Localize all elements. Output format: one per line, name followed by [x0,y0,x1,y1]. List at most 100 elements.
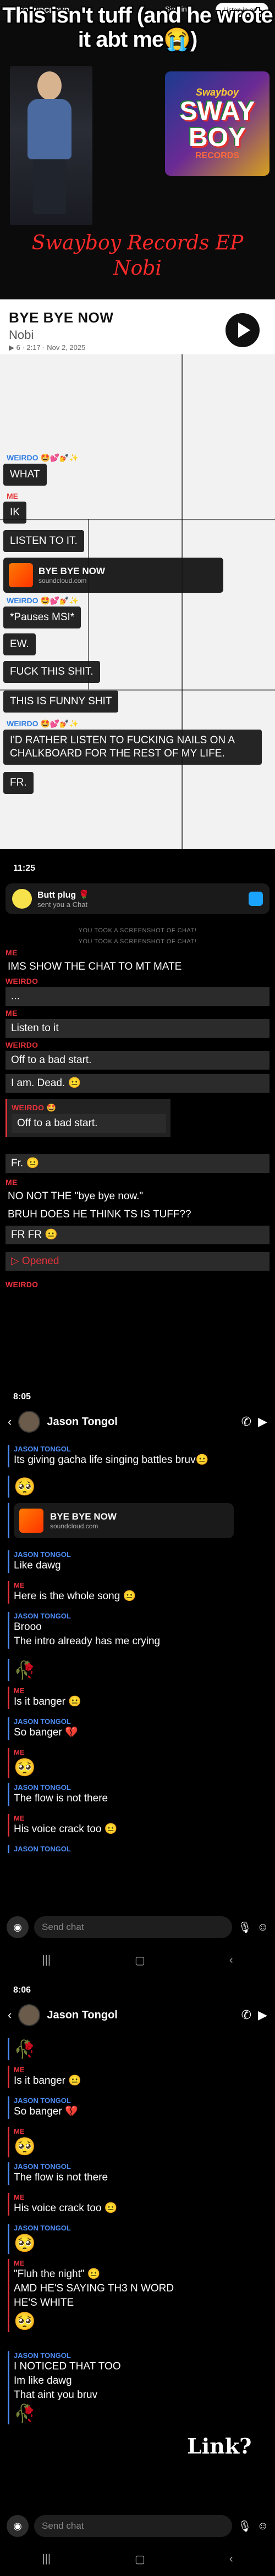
kid-body [28,99,72,159]
status-time: 8:05 [13,1392,31,1401]
sticker-icon[interactable]: ☺ [257,2520,268,2533]
ep-title-line2: Nobi [113,257,162,280]
sender-label: JASON TONGOL [14,2096,71,2105]
sender-label: WEIRDO 🤩💕💅✨ [7,596,79,605]
back-nav-icon[interactable]: ‹ [229,2553,233,2566]
track-title[interactable]: BYE BYE NOW [9,309,113,326]
chat-message: That aint you bruv [14,2389,98,2401]
chat-message: I am. Dead. 😐 [6,1074,270,1093]
card-subtitle: soundcloud.com [50,1522,98,1530]
chat-emoji: 🥀 [14,2403,36,2423]
sender-label: WEIRDO [6,1041,38,1049]
manga-chat-screenshot: WEIRDO 🤩💕💅✨ WHAT ME IK LISTEN TO IT. BYE… [0,354,275,849]
sender-label: JASON TONGOL [14,1612,71,1620]
back-nav-icon[interactable]: ‹ [229,1954,233,1967]
play-icon [238,322,250,338]
card-subtitle: soundcloud.com [38,577,87,585]
sender-label: ME [14,2259,25,2267]
chat-message: Here is the whole song 😐 [14,1590,136,1602]
notification-sub: sent you a Chat [37,900,88,909]
sticker-icon[interactable]: ☺ [257,1921,268,1934]
sender-label: JASON TONGOL [14,2224,71,2232]
chat-input-bar: ◉ Send chat 🎙 ☺ [0,1912,275,1943]
opened-status: ▷ Opened [6,1252,270,1271]
chat-screenshot-1: 8:05 ‹ Jason Tongol ✆ ▶ JASON TONGOL Its… [0,1390,275,1978]
sender-label: ME [6,1009,18,1017]
phone-icon[interactable]: ✆ [241,2008,251,2022]
chat-message: FR. [3,772,34,794]
sender-label: ME [14,1814,25,1822]
chat-emoji: 🥺 [14,1757,36,1777]
chat-header: ‹ Jason Tongol ✆ ▶ [0,1998,275,2033]
ep-title-line1: Swayboy Records EP [31,232,244,254]
chat-message: Like dawg [14,1560,61,1571]
video-icon[interactable]: ▶ [258,1415,267,1429]
sender-label: JASON TONGOL [14,1783,71,1791]
contact-name[interactable]: Jason Tongol [47,2009,118,2022]
track-info: BYE BYE NOW Nobi ▶ 6 · 2:17 · Nov 2, 202… [0,299,275,354]
sender-label: ME [6,948,18,957]
mic-icon[interactable]: 🎙 [238,2519,251,2533]
avatar[interactable] [18,2004,41,2026]
meme-caption: This isn't tuff (and he wrote it abt me😭… [2,3,273,52]
sender-label: ME [14,2066,25,2074]
chat-message: Is it banger 😐 [14,1696,81,1707]
chat-input[interactable]: Send chat [34,1916,233,1938]
chat-message: NO NOT THE "bye bye now." [8,1190,144,1202]
chat-message: BRUH DOES HE THINK TS IS TUFF?? [8,1209,191,1220]
soundcloud-link-card[interactable]: BYE BYE NOW soundcloud.com [3,558,223,593]
soundcloud-thumb-icon [9,563,33,587]
sender-label: ME [14,1687,25,1695]
sender-label: JASON TONGOL [14,1717,71,1726]
notification-banner[interactable]: Butt plug 🌹 sent you a Chat [6,883,270,914]
contact-avatar [12,889,32,909]
sender-label: ME [14,2127,25,2135]
chat-message: I'D RATHER LISTEN TO FUCKING NAILS ON A … [3,730,262,765]
chat-message: ... [6,987,270,1006]
video-icon[interactable]: ▶ [258,2008,267,2022]
contact-name[interactable]: Jason Tongol [47,1416,118,1428]
snapchat-screenshot: 11:25 Butt plug 🌹 sent you a Chat YOU TO… [0,857,275,1373]
home-icon[interactable]: ▢ [135,2552,145,2566]
camera-icon[interactable]: ◉ [7,1916,29,1938]
phone-icon[interactable]: ✆ [241,1415,251,1429]
ep-title: Swayboy Records EP Nobi [0,231,275,281]
meme-header: ☁ SOUNDCLOUD Sign in Listen in app This … [0,0,275,299]
android-navbar: ||| ▢ ‹ [0,2549,275,2569]
chat-message: So banger 💔 [14,1727,78,1738]
quoted-sender: WEIRDO 🤩 [12,1103,57,1112]
sender-label: ME [6,1178,18,1187]
sender-label: WEIRDO [6,1280,38,1289]
chat-emoji: 🥺 [14,2137,36,2156]
card-title: BYE BYE NOW [38,566,105,576]
home-icon[interactable]: ▢ [135,1954,145,1967]
recents-icon[interactable]: ||| [42,1954,51,1967]
back-icon[interactable]: ‹ [8,1415,12,1429]
soundcloud-link-card[interactable]: BYE BYE NOW soundcloud.com [14,1503,234,1538]
sender-label: JASON TONGOL [14,2162,71,2171]
sender-label: ME [14,1748,25,1756]
chat-message: HE'S WHITE [14,2297,74,2308]
chat-message: Its giving gacha life singing battles br… [14,1454,209,1466]
back-icon[interactable]: ‹ [8,2008,12,2022]
chat-message: Im like dawg [14,2375,72,2386]
chat-emoji: 🥺 [14,2311,36,2331]
quoted-message[interactable]: WEIRDO 🤩 Off to a bad start. [6,1099,170,1137]
swayboy-records-logo: Swayboy SWAY BOY RECORDS [165,71,270,176]
chat-message: IK [3,502,26,524]
chat-input[interactable]: Send chat [34,2515,233,2537]
avatar[interactable] [18,1411,41,1433]
camera-icon[interactable]: ◉ [7,2515,29,2537]
chat-input-bar: ◉ Send chat 🎙 ☺ [0,2511,275,2541]
play-button[interactable] [226,313,260,347]
mic-icon[interactable]: 🎙 [238,1921,251,1934]
chat-emoji: 🥺 [14,1477,36,1496]
recents-icon[interactable]: ||| [42,2553,51,2566]
sender-label: JASON TONGOL [14,2351,71,2360]
screenshot-notice: YOU TOOK A SCREENSHOT OF CHAT! [78,927,197,934]
status-time: 11:25 [13,864,36,873]
sender-label: JASON TONGOL [14,1550,71,1559]
track-artist[interactable]: Nobi [9,328,34,342]
chat-message: IMS SHOW THE CHAT TO MT MATE [8,961,182,972]
chat-message: Brooo [14,1621,42,1633]
